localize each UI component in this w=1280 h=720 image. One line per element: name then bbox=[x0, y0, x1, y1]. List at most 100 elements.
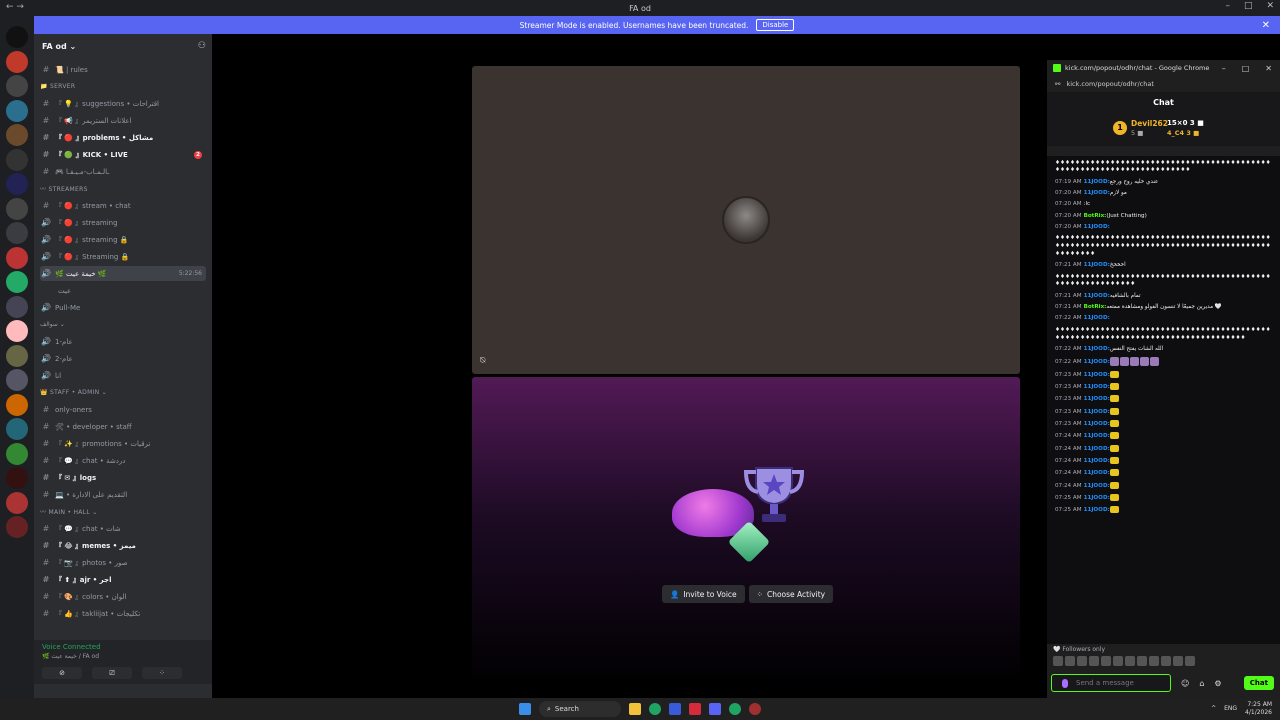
chat-message[interactable]: 07:24 AM 11JOOD: bbox=[1055, 444, 1272, 454]
message-username[interactable]: 11JOOD: bbox=[1084, 293, 1110, 299]
channel-item[interactable]: # only-oners bbox=[40, 402, 206, 417]
chat-message[interactable]: 07:22 AM 11JOOD: bbox=[1055, 357, 1272, 367]
gifter-2-name[interactable]: 15×0 3 ■ bbox=[1167, 119, 1204, 127]
chat-message[interactable]: 07:24 AM 11JOOD: bbox=[1055, 432, 1272, 441]
channel-item[interactable]: # 『 🎨 』colors • الوان bbox=[40, 589, 206, 604]
message-username[interactable]: 11JOOD: bbox=[1084, 433, 1110, 439]
tray-chevron-icon[interactable]: ^ bbox=[1211, 705, 1216, 712]
channel-category[interactable]: 〰 MAIN • HALL ⌄ bbox=[40, 504, 206, 519]
message-username[interactable]: 11JOOD: bbox=[1084, 409, 1110, 415]
chat-message-input[interactable]: Send a message bbox=[1051, 674, 1171, 692]
channel-item[interactable]: # 『 📷 』photos • صور bbox=[40, 555, 206, 570]
app2-icon[interactable] bbox=[749, 703, 761, 715]
chat-message[interactable]: 07:19 AM 11JOOD:عندي خليه روح ورجع bbox=[1055, 179, 1272, 187]
channel-item[interactable]: 🔊 『 🔴 』streaming 🔒 bbox=[40, 232, 206, 247]
chat-message[interactable]: ♦♦♦♦♦♦♦♦♦♦♦♦♦♦♦♦♦♦♦♦♦♦♦♦♦♦♦♦♦♦♦♦♦♦♦♦♦♦♦♦… bbox=[1055, 274, 1272, 290]
language-indicator[interactable]: ENG bbox=[1224, 705, 1237, 712]
microphone-icon[interactable] bbox=[1062, 679, 1068, 688]
chat-message[interactable]: 07:20 AM BotRix:(Just Chatting) bbox=[1055, 213, 1272, 221]
chat-message[interactable]: 07:21 AM 11JOOD:اخخخخ bbox=[1055, 262, 1272, 270]
channel-item[interactable]: # 『 ✉ 』logs bbox=[40, 470, 206, 485]
server-icon[interactable] bbox=[6, 75, 28, 97]
server-icon[interactable] bbox=[6, 369, 28, 391]
channel-item[interactable]: # 『 ✨ 』promotions • ترقيات bbox=[40, 436, 206, 451]
gift-icon[interactable]: ⌂ bbox=[1199, 679, 1204, 688]
file-explorer-icon[interactable] bbox=[629, 703, 641, 715]
server-icon[interactable] bbox=[6, 50, 28, 73]
server-icon[interactable] bbox=[6, 418, 28, 440]
channel-item[interactable]: # 『 📢 』اعلانات الستريمر bbox=[40, 113, 206, 128]
send-chat-button[interactable]: Chat bbox=[1243, 676, 1274, 690]
channel-item[interactable]: # 『 👍 』takliijat • تكليجات bbox=[40, 606, 206, 621]
chat-message[interactable]: 07:21 AM BotRix:مديرين جميعًا لا تنسون ال… bbox=[1055, 304, 1272, 312]
disable-button[interactable]: Disable bbox=[756, 19, 795, 31]
server-icon[interactable] bbox=[6, 467, 28, 489]
channel-item[interactable]: 🔊 عام-2 bbox=[40, 351, 206, 366]
chat-message[interactable]: ♦♦♦♦♦♦♦♦♦♦♦♦♦♦♦♦♦♦♦♦♦♦♦♦♦♦♦♦♦♦♦♦♦♦♦♦♦♦♦♦… bbox=[1055, 160, 1272, 176]
chat-message[interactable]: ♦♦♦♦♦♦♦♦♦♦♦♦♦♦♦♦♦♦♦♦♦♦♦♦♦♦♦♦♦♦♦♦♦♦♦♦♦♦♦♦… bbox=[1055, 235, 1272, 258]
message-username[interactable]: 11JOOD: bbox=[1084, 224, 1110, 230]
channel-item[interactable]: # 『 😂 』memes • ميمز bbox=[40, 538, 206, 553]
user-video-tile[interactable]: ⍉ bbox=[472, 66, 1020, 374]
server-icon[interactable] bbox=[6, 124, 28, 146]
chat-message[interactable]: 07:25 AM 11JOOD: bbox=[1055, 506, 1272, 515]
taskbar-search[interactable]: ⌕ Search bbox=[539, 701, 621, 717]
server-icon[interactable] bbox=[6, 148, 28, 171]
message-username[interactable]: 11JOOD: bbox=[1084, 346, 1110, 352]
server-icon[interactable] bbox=[6, 271, 28, 293]
adobe-icon[interactable] bbox=[689, 703, 701, 715]
channel-item[interactable]: 🔊 Pull-Me bbox=[40, 300, 206, 315]
chat-message[interactable]: ♦♦♦♦♦♦♦♦♦♦♦♦♦♦♦♦♦♦♦♦♦♦♦♦♦♦♦♦♦♦♦♦♦♦♦♦♦♦♦♦… bbox=[1055, 327, 1272, 343]
chrome-window-controls[interactable]: – □ ✕ bbox=[1222, 64, 1272, 73]
message-username[interactable]: 11JOOD: bbox=[1084, 495, 1110, 501]
discord-taskbar-icon[interactable] bbox=[709, 703, 721, 715]
chrome-icon[interactable] bbox=[649, 703, 661, 715]
message-username[interactable]: 11JOOD: bbox=[1084, 372, 1110, 378]
message-username[interactable]: 11JOOD: bbox=[1084, 396, 1110, 402]
message-username[interactable]: BotRix: bbox=[1084, 213, 1107, 219]
channel-item[interactable]: # 『 ⬆ 』ajr • اجر bbox=[40, 572, 206, 587]
server-icon[interactable] bbox=[6, 222, 28, 244]
chat-message[interactable]: 07:20 AM:lc bbox=[1055, 201, 1272, 209]
channel-category[interactable]: سوالف ⌄ bbox=[40, 317, 206, 332]
message-username[interactable]: BotRix: bbox=[1084, 304, 1107, 310]
guild-header[interactable]: FA od ⌄ ⚇ bbox=[34, 34, 212, 58]
message-username[interactable]: 11JOOD: bbox=[1084, 359, 1110, 365]
channel-item[interactable]: # 🎮 ـالـمـاب-مـيـقـا bbox=[40, 164, 206, 179]
add-member-icon[interactable]: ⚇ bbox=[198, 41, 206, 51]
server-icon[interactable] bbox=[6, 442, 28, 465]
chat-log[interactable]: ♦♦♦♦♦♦♦♦♦♦♦♦♦♦♦♦♦♦♦♦♦♦♦♦♦♦♦♦♦♦♦♦♦♦♦♦♦♦♦♦… bbox=[1047, 156, 1280, 644]
channel-item[interactable]: # 『 💡 』suggestions • اقتراحات bbox=[40, 96, 206, 111]
url-bar[interactable]: ⚯ kick.com/popout/odhr/chat bbox=[1047, 76, 1280, 92]
channel-item[interactable]: # 『 🟢 』KICK • LIVE 2 bbox=[40, 147, 206, 162]
message-username[interactable]: 11JOOD: bbox=[1084, 190, 1110, 196]
message-username[interactable]: 11JOOD: bbox=[1084, 421, 1110, 427]
message-username[interactable]: 11JOOD: bbox=[1084, 384, 1110, 390]
server-icon[interactable] bbox=[6, 344, 28, 367]
server-icon[interactable] bbox=[6, 393, 28, 416]
app-icon[interactable] bbox=[669, 703, 681, 715]
message-username[interactable]: 11JOOD: bbox=[1084, 458, 1110, 464]
server-icon[interactable] bbox=[6, 295, 28, 318]
chrome-active-icon[interactable] bbox=[729, 703, 741, 715]
channel-item[interactable]: # 『 🔴 』stream • chat bbox=[40, 198, 206, 213]
voice-member[interactable]: عيت bbox=[40, 283, 206, 298]
activity-button[interactable]: ⁘ bbox=[142, 667, 182, 679]
channel-category[interactable]: 📁 SERVER bbox=[40, 79, 206, 94]
settings-icon[interactable]: ⚙ bbox=[1214, 679, 1221, 688]
message-username[interactable]: 11JOOD: bbox=[1084, 507, 1110, 513]
server-icon[interactable] bbox=[6, 173, 28, 195]
invite-to-voice-button[interactable]: 👤 Invite to Voice bbox=[662, 585, 745, 603]
server-icon[interactable] bbox=[6, 246, 28, 269]
channel-item[interactable]: # 📜 | rules bbox=[40, 62, 206, 77]
server-icon[interactable] bbox=[6, 197, 28, 220]
message-username[interactable]: 11JOOD: bbox=[1084, 470, 1110, 476]
chat-message[interactable]: 07:23 AM 11JOOD: bbox=[1055, 370, 1272, 380]
channel-item[interactable]: 🔊 『 🔴 』Streaming 🔒 bbox=[40, 249, 206, 264]
voice-channel-sub[interactable]: 🌿 خيمة عيت / FA od bbox=[42, 653, 99, 660]
channel-category[interactable]: 〰 STREAMERS bbox=[40, 181, 206, 196]
emote-icon[interactable]: ☺ bbox=[1181, 679, 1189, 688]
message-username[interactable]: 11JOOD: bbox=[1084, 262, 1110, 268]
channel-item[interactable]: 🔊 🌿 خيمة عيت 🌿 5:22:56 bbox=[40, 266, 206, 281]
channel-item[interactable]: 🔊 『 🔴 』streaming bbox=[40, 215, 206, 230]
